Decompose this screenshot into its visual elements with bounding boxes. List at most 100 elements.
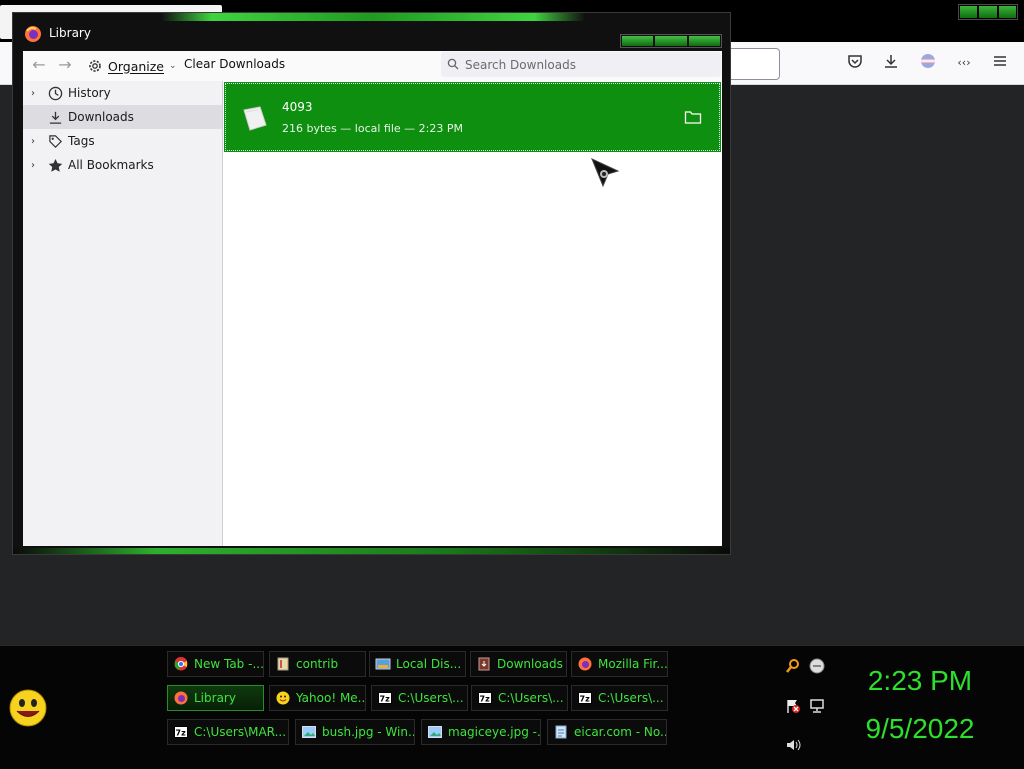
sidebar-item-label: Downloads: [68, 110, 134, 124]
file-icon: [240, 104, 267, 131]
notepad-icon: [553, 724, 569, 740]
7zip-icon: 7z: [477, 690, 493, 706]
window-title: Library: [49, 26, 91, 40]
start-smiley-icon[interactable]: [8, 688, 48, 728]
taskbar-button-label: Downloads: [497, 657, 563, 671]
7zip-icon: 7z: [173, 724, 189, 740]
firefox-icon: [173, 690, 189, 706]
sidebar-item-label: Tags: [68, 134, 95, 148]
taskbar-button-local-disk[interactable]: Local Dis...: [369, 651, 466, 677]
search-tray-icon[interactable]: [785, 658, 801, 674]
library-window: Library ← → Organize ⌄ Clear Downloads ›: [12, 12, 731, 555]
taskbar-button-library[interactable]: Library: [167, 685, 264, 711]
star-icon: [47, 157, 63, 173]
taskbar-clock[interactable]: 2:23 PM: [850, 665, 990, 697]
taskbar-button-label: Mozilla Fir...: [598, 657, 668, 671]
extension-flag-icon[interactable]: [918, 53, 938, 73]
sidebar-item-label: History: [68, 86, 111, 100]
taskbar-button-label: magiceye.jpg -...: [448, 725, 541, 739]
messenger-status-icon[interactable]: [809, 658, 825, 674]
taskbar-button-label: C:\Users\...: [398, 691, 464, 705]
folder-icon: [275, 656, 291, 672]
minimize-button[interactable]: [622, 36, 654, 46]
taskbar-button-7zip-4[interactable]: 7z C:\Users\MAR...: [167, 719, 289, 745]
organize-label: Organize: [108, 58, 164, 74]
taskbar-button-bush-jpg[interactable]: bush.jpg - Win...: [295, 719, 415, 745]
download-filename: 4093: [282, 100, 313, 114]
firefox-icon: [24, 25, 42, 43]
action-center-flag-icon[interactable]: [785, 698, 801, 714]
window-controls[interactable]: [620, 34, 722, 48]
close-button[interactable]: [688, 36, 720, 46]
sidebar-item-tags[interactable]: › Tags: [23, 129, 222, 153]
taskbar-button-label: Yahoo! Me...: [296, 691, 366, 705]
back-arrow-icon[interactable]: ←: [29, 55, 49, 75]
downloads-list: 4093 216 bytes — local file — 2:23 PM: [223, 81, 722, 546]
hamburger-menu-icon[interactable]: [990, 53, 1010, 73]
download-icon: [47, 109, 63, 125]
volume-icon[interactable]: [785, 737, 801, 753]
download-status: 216 bytes — local file — 2:23 PM: [282, 122, 463, 135]
background-window-controls[interactable]: [958, 4, 1018, 20]
taskbar-button-label: Library: [194, 691, 236, 705]
taskbar-button-7zip-3[interactable]: 7z C:\Users\...: [571, 685, 668, 711]
sidebar-item-history[interactable]: › History: [23, 81, 222, 105]
maximize-button[interactable]: [655, 36, 687, 46]
download-item[interactable]: 4093 216 bytes — local file — 2:23 PM: [224, 82, 721, 152]
taskbar-button-downloads[interactable]: Downloads: [470, 651, 567, 677]
downloads-toolbar-icon[interactable]: [881, 53, 901, 73]
gear-icon: [89, 60, 101, 72]
taskbar-button-label: New Tab -...: [194, 657, 264, 671]
taskbar-button-yahoo-messenger[interactable]: Yahoo! Me...: [269, 685, 366, 711]
taskbar-button-label: C:\Users\...: [598, 691, 664, 705]
extension-icon[interactable]: ‹‹›: [954, 53, 974, 73]
window-bottom-glow: [13, 548, 730, 554]
taskbar-button-magiceye-jpg[interactable]: magiceye.jpg -...: [421, 719, 541, 745]
window-title-glow: [161, 13, 585, 21]
search-icon: [447, 58, 459, 70]
clear-downloads-button[interactable]: Clear Downloads: [184, 57, 285, 71]
chrome-icon: [173, 656, 189, 672]
library-sidebar: › History Downloads › Tags › All Bookmar…: [23, 81, 223, 546]
taskbar-button-7zip-1[interactable]: 7z C:\Users\...: [371, 685, 468, 711]
pocket-icon[interactable]: [845, 53, 865, 73]
library-toolbar: ← → Organize ⌄ Clear Downloads: [23, 51, 722, 82]
tag-icon: [47, 133, 63, 149]
taskbar-button-new-tab[interactable]: New Tab -...: [167, 651, 264, 677]
sidebar-item-downloads[interactable]: Downloads: [23, 105, 222, 129]
7zip-icon: 7z: [577, 690, 593, 706]
expand-chevron-icon[interactable]: ›: [31, 136, 43, 147]
chevron-down-icon: ⌄: [169, 61, 177, 71]
taskbar-button-label: contrib: [296, 657, 339, 671]
firefox-icon: [577, 656, 593, 672]
network-icon[interactable]: [809, 698, 825, 714]
svg-text:7z: 7z: [380, 695, 391, 704]
search-input[interactable]: [463, 55, 717, 75]
taskbar-date[interactable]: 9/5/2022: [850, 713, 990, 745]
search-downloads-box[interactable]: [441, 52, 721, 77]
expand-chevron-icon[interactable]: ›: [31, 160, 43, 171]
image-viewer-icon: [427, 724, 443, 740]
yahoo-messenger-icon: [275, 690, 291, 706]
taskbar-button-label: bush.jpg - Win...: [322, 725, 415, 739]
organize-button[interactable]: Organize ⌄: [87, 56, 177, 76]
taskbar-button-label: eicar.com - No...: [574, 725, 667, 739]
library-titlebar[interactable]: Library: [22, 23, 722, 51]
sidebar-item-label: All Bookmarks: [68, 158, 154, 172]
taskbar-button-7zip-2[interactable]: 7z C:\Users\...: [471, 685, 568, 711]
taskbar-button-label: Local Dis...: [396, 657, 462, 671]
svg-text:7z: 7z: [176, 729, 187, 738]
mouse-cursor-icon: [590, 157, 620, 189]
forward-arrow-icon[interactable]: →: [55, 55, 75, 75]
folder-icon[interactable]: [684, 109, 702, 125]
downloads-folder-icon: [476, 656, 492, 672]
taskbar-button-eicar-notepad[interactable]: eicar.com - No...: [547, 719, 667, 745]
svg-text:7z: 7z: [580, 695, 591, 704]
taskbar-button-contrib[interactable]: contrib: [269, 651, 366, 677]
taskbar-button-mozilla-firefox[interactable]: Mozilla Fir...: [571, 651, 668, 677]
image-viewer-icon: [301, 724, 317, 740]
svg-text:7z: 7z: [480, 695, 491, 704]
expand-chevron-icon[interactable]: ›: [31, 88, 43, 99]
7zip-icon: 7z: [377, 690, 393, 706]
sidebar-item-all-bookmarks[interactable]: › All Bookmarks: [23, 153, 222, 177]
